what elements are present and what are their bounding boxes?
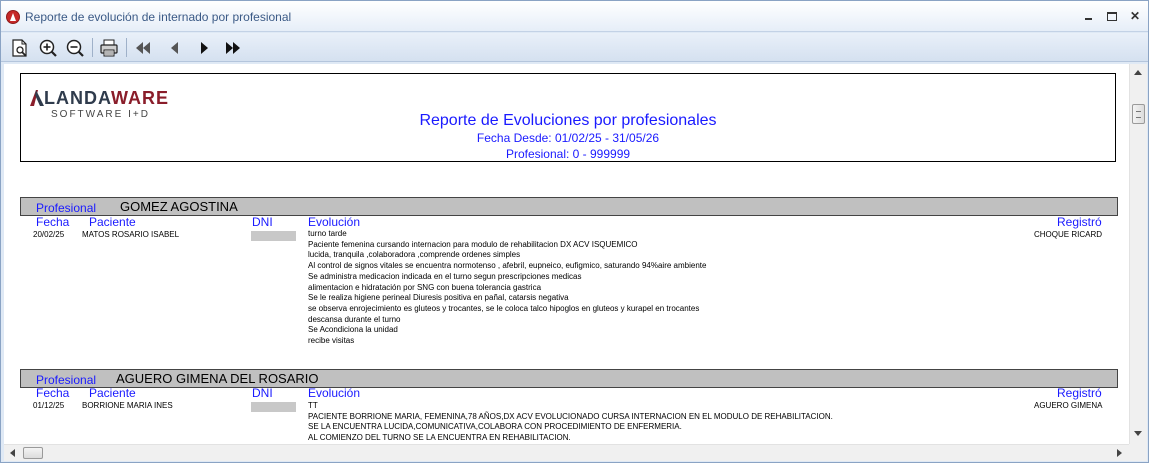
report-title: Reporte de Evoluciones por profesionales xyxy=(419,112,717,129)
logo-mark-icon xyxy=(30,90,44,106)
column-fecha: Fecha xyxy=(36,215,70,229)
toolbar-separator xyxy=(126,38,127,57)
vertical-scrollbar[interactable] xyxy=(1129,64,1147,444)
professional-band: Profesional GOMEZ AGOSTINA xyxy=(20,197,1118,216)
row-fecha: 01/12/25 xyxy=(33,401,65,410)
column-paciente: Paciente xyxy=(89,215,136,229)
logo-brand-part1: LANDA xyxy=(44,88,111,108)
professional-name: GOMEZ AGOSTINA xyxy=(120,199,238,214)
first-page-icon[interactable] xyxy=(133,37,155,59)
row-paciente: BORRIONE MARIA INES xyxy=(82,401,173,410)
maximize-button[interactable] xyxy=(1104,9,1120,23)
evolucion-line: Se le realiza higiene perineal Diuresis … xyxy=(308,293,569,303)
preview-icon[interactable] xyxy=(9,37,31,59)
scroll-right-icon[interactable] xyxy=(1117,449,1122,457)
evolucion-line: Se administra medicacion indicada en el … xyxy=(308,271,582,281)
evolucion-line: descansa durante el turno xyxy=(308,314,401,324)
evolucion-line: turno tarde xyxy=(308,229,347,238)
row-evolucion: TT PACIENTE BORRIONE MARIA, FEMENINA,78 … xyxy=(308,401,833,444)
scroll-down-icon[interactable] xyxy=(1134,431,1142,436)
evolucion-line: alimentacion e hidratación por SNG con b… xyxy=(308,282,542,292)
column-evolucion: Evolución xyxy=(308,386,361,400)
zoom-out-icon[interactable] xyxy=(64,37,86,59)
title-bar[interactable]: Reporte de evolución de internado por pr… xyxy=(1,1,1148,32)
scroll-up-icon[interactable] xyxy=(1134,70,1142,75)
evolucion-line: Paciente femenina cursando internacion p… xyxy=(308,239,638,249)
scrollbar-corner xyxy=(1129,444,1147,461)
window-title: Reporte de evolución de internado por pr… xyxy=(25,10,292,24)
row-dni xyxy=(251,231,296,241)
report-date-range: Fecha Desde: 01/02/25 - 31/05/26 xyxy=(476,131,660,145)
toolbar xyxy=(1,33,1148,62)
row-dni xyxy=(251,402,296,412)
evolucion-line: lucida, tranquila ,colaboradora ,compren… xyxy=(308,250,521,260)
row-registro: CHOQUE RICARD xyxy=(1034,230,1103,239)
prev-page-icon[interactable] xyxy=(164,37,186,59)
close-button[interactable]: ✕ xyxy=(1127,9,1143,23)
toolbar-separator xyxy=(92,38,93,57)
row-evolucion: turno tarde Paciente femenina cursando i… xyxy=(308,229,706,347)
app-icon xyxy=(6,10,20,24)
evolucion-line: PACIENTE BORRIONE MARIA, FEMENINA,78 AÑO… xyxy=(308,411,833,421)
evolucion-line: se observa enrojecimiento es gluteos y t… xyxy=(308,303,700,313)
next-page-icon[interactable] xyxy=(194,37,216,59)
last-page-icon[interactable] xyxy=(223,37,245,59)
report-professional-range: Profesional: 0 - 999999 xyxy=(505,147,631,161)
report-header: LANDAWARE SOFTWARE I+D Reporte de Evoluc… xyxy=(20,73,1116,162)
evolucion-line: TT xyxy=(308,401,318,410)
minimize-button[interactable] xyxy=(1081,9,1097,23)
professional-band: Profesional AGUERO GIMENA DEL ROSARIO xyxy=(20,369,1118,388)
evolucion-line: AL COMIENZO DEL TURNO SE LA ENCUENTRA EN… xyxy=(308,433,571,443)
vertical-scroll-thumb[interactable] xyxy=(1132,104,1145,124)
evolucion-line: Se Acondiciona la unidad xyxy=(308,325,398,335)
professional-label: Profesional xyxy=(36,373,97,387)
column-dni: DNI xyxy=(252,215,273,229)
report-preview[interactable]: LANDAWARE SOFTWARE I+D Reporte de Evoluc… xyxy=(4,64,1129,444)
column-evolucion: Evolución xyxy=(308,215,361,229)
scroll-left-icon[interactable] xyxy=(10,449,15,457)
logo-brand-part2: WARE xyxy=(111,88,169,108)
evolucion-line: recibe visitas xyxy=(308,336,355,346)
column-registro: Registró xyxy=(1057,215,1102,229)
horizontal-scrollbar[interactable] xyxy=(4,444,1129,461)
column-fecha: Fecha xyxy=(36,386,70,400)
row-paciente: MATOS ROSARIO ISABEL xyxy=(82,230,180,239)
horizontal-scroll-thumb[interactable] xyxy=(23,447,43,459)
row-fecha: 20/02/25 xyxy=(33,230,65,239)
print-icon[interactable] xyxy=(98,37,120,59)
evolucion-line: Al control de signos vitales se encuentr… xyxy=(308,261,707,271)
column-paciente: Paciente xyxy=(89,386,136,400)
professional-label: Profesional xyxy=(36,201,97,215)
report-window: Reporte de evolución de internado por pr… xyxy=(0,0,1149,463)
column-dni: DNI xyxy=(252,386,273,400)
zoom-in-icon[interactable] xyxy=(37,37,59,59)
column-registro: Registró xyxy=(1057,386,1102,400)
row-registro: AGUERO GIMENA xyxy=(1034,401,1103,410)
evolucion-line: SE LA ENCUENTRA LUCIDA,COMUNICATIVA,COLA… xyxy=(308,422,682,432)
professional-name: AGUERO GIMENA DEL ROSARIO xyxy=(116,371,319,386)
